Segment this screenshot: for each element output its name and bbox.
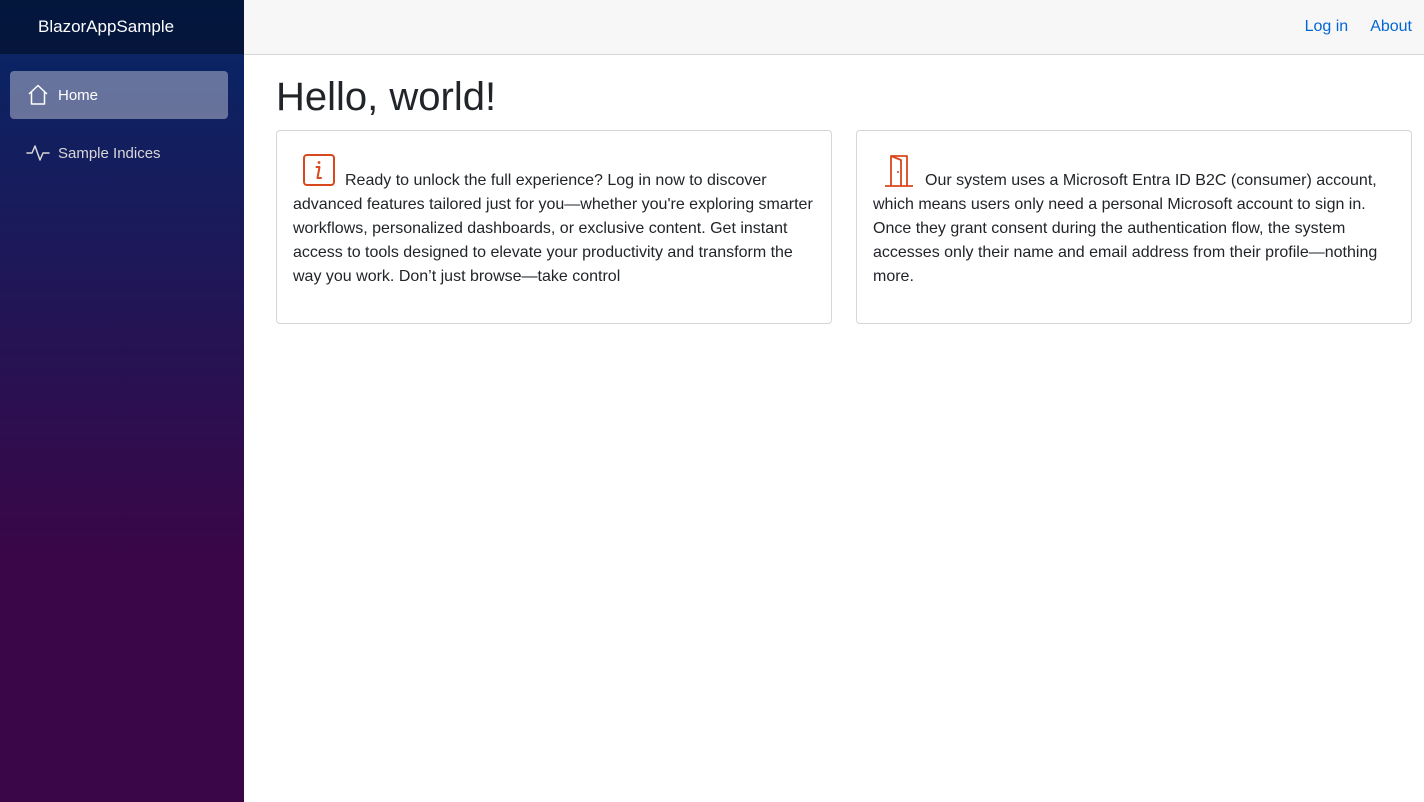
about-link[interactable]: About: [1370, 18, 1412, 36]
card-row: Ready to unlock the full experience? Log…: [276, 130, 1416, 324]
info-icon: [301, 153, 337, 189]
sidebar-item-label: Sample Indices: [58, 144, 161, 162]
sidebar-item-label: Home: [58, 86, 99, 104]
account-info-card: Our system uses a Microsoft Entra ID B2C…: [856, 130, 1412, 324]
brand-bar: BlazorAppSample: [0, 0, 244, 54]
nav-menu: Home Sample Indices: [0, 54, 244, 177]
sidebar: BlazorAppSample Home Sample Indices: [0, 0, 244, 802]
sidebar-item-home[interactable]: Home: [10, 71, 228, 119]
top-bar: Log in About: [244, 0, 1424, 55]
door-icon: [881, 153, 917, 189]
page-title: Hello, world!: [276, 75, 497, 119]
login-info-card: Ready to unlock the full experience? Log…: [276, 130, 832, 324]
account-info-text: Our system uses a Microsoft Entra ID B2C…: [873, 172, 1378, 285]
main-content: Hello, world! Ready to unlock the full e…: [276, 55, 1416, 324]
login-link[interactable]: Log in: [1305, 18, 1349, 36]
app-brand-link[interactable]: BlazorAppSample: [38, 17, 174, 37]
sidebar-item-sample-indices[interactable]: Sample Indices: [10, 129, 228, 177]
activity-icon: [26, 141, 50, 165]
login-info-text: Ready to unlock the full experience? Log…: [293, 172, 813, 285]
home-icon: [26, 83, 50, 107]
